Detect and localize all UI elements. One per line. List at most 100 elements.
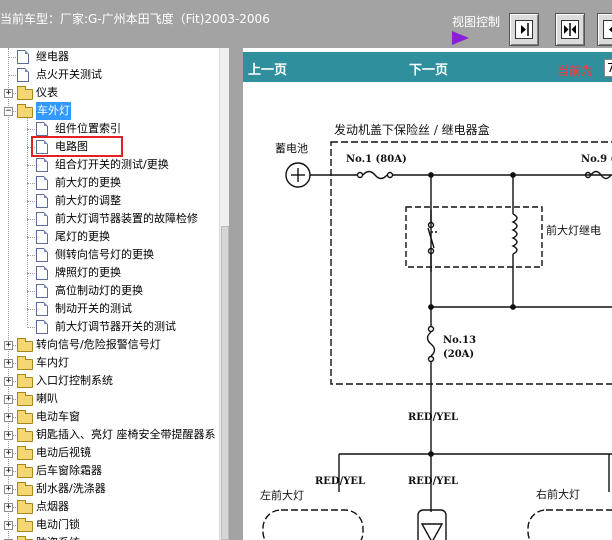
tree-item[interactable]: 前大灯的调整 bbox=[0, 192, 220, 210]
tree-item-label: 组合灯开关的测试/更换 bbox=[55, 158, 169, 171]
document-icon bbox=[17, 50, 29, 64]
view-control-arrow-icon[interactable] bbox=[452, 31, 469, 45]
folder-icon bbox=[17, 464, 33, 478]
tree-item-label: 刮水器/洗涤器 bbox=[36, 482, 106, 495]
tree-item[interactable]: + 电动后视镜 bbox=[0, 444, 220, 462]
relay-coil bbox=[511, 213, 518, 255]
tree-item-label: 喇叭 bbox=[36, 392, 58, 405]
current-page-input[interactable]: 7 bbox=[604, 59, 612, 77]
open-folder-icon bbox=[17, 104, 33, 118]
folder-icon bbox=[17, 446, 33, 460]
tree-item-label: 车内灯 bbox=[36, 356, 69, 369]
fuse-box-outline bbox=[330, 141, 612, 385]
tree-item[interactable]: 尾灯的更换 bbox=[0, 228, 220, 246]
tree-item-label: 前大灯调节器装置的故障检修 bbox=[55, 212, 198, 225]
tree-item[interactable]: + 刮水器/洗涤器 bbox=[0, 480, 220, 498]
tree-expand-icon[interactable]: + bbox=[4, 449, 13, 458]
diagram-fuse-1-label: No.1 (80A) bbox=[346, 154, 407, 165]
tree-item-label: 电动门锁 bbox=[36, 518, 80, 531]
document-icon bbox=[36, 158, 48, 172]
tree-item[interactable]: + 点烟器 bbox=[0, 498, 220, 516]
tree-item[interactable]: + 转向信号/危险报警信号灯 bbox=[0, 336, 220, 354]
diagram-battery-label: 蓄电池 bbox=[275, 142, 308, 155]
tree-item[interactable]: +防盗系统 bbox=[0, 534, 220, 540]
tree-item[interactable]: + 电动车窗 bbox=[0, 408, 220, 426]
navigation-tree[interactable]: 继电器 点火开关测试 + 仪表 − 车外灯 组件位置索引 电路图 组合灯开关的测试/更换 前大灯的… bbox=[0, 48, 229, 540]
tree-item[interactable]: + 喇叭 bbox=[0, 390, 220, 408]
tree-item[interactable]: 前大灯的更换 bbox=[0, 174, 220, 192]
previous-page-link[interactable]: 上一页 bbox=[248, 59, 287, 78]
view-expand-button[interactable] bbox=[597, 13, 612, 46]
document-icon bbox=[36, 194, 48, 208]
tree-expand-icon[interactable]: + bbox=[4, 521, 13, 530]
tree-expand-icon[interactable]: + bbox=[4, 359, 13, 368]
tree-connector-line bbox=[8, 57, 16, 58]
view-single-page-button[interactable] bbox=[509, 13, 539, 46]
tree-item[interactable]: + 电动门锁 bbox=[0, 516, 220, 534]
tree-item[interactable]: 继电器 bbox=[0, 48, 220, 66]
document-icon bbox=[17, 68, 29, 82]
folder-icon bbox=[17, 374, 33, 388]
tree-item[interactable]: 侧转向信号灯的更换 bbox=[0, 246, 220, 264]
tree-expand-icon[interactable]: + bbox=[4, 89, 13, 98]
tree-item[interactable]: 点火开关测试 bbox=[0, 66, 220, 84]
document-icon bbox=[36, 320, 48, 334]
tree-item-label: 防盗系统 bbox=[36, 534, 80, 540]
fuse-1-symbol bbox=[362, 170, 388, 180]
tree-expand-icon[interactable]: + bbox=[4, 431, 13, 440]
tree-expand-icon[interactable]: + bbox=[4, 503, 13, 512]
tree-item-label: 继电器 bbox=[36, 50, 69, 63]
tree-item[interactable]: 高位制动灯的更换 bbox=[0, 282, 220, 300]
folder-icon bbox=[17, 518, 33, 532]
diagram-fuse-13-label: No.13 bbox=[443, 335, 476, 346]
folder-icon bbox=[17, 410, 33, 424]
tree-item-label: 点烟器 bbox=[36, 500, 69, 513]
tree-item-label: 车外灯 bbox=[36, 102, 71, 120]
tree-item-label: 前大灯的调整 bbox=[55, 194, 121, 207]
current-page-label: 当前为 bbox=[557, 64, 594, 78]
tree-item-label: 高位制动灯的更换 bbox=[55, 284, 143, 297]
tree-expand-icon[interactable]: + bbox=[4, 485, 13, 494]
tree-item[interactable]: 牌照灯的更换 bbox=[0, 264, 220, 282]
tree-item[interactable]: + 仪表 bbox=[0, 84, 220, 102]
next-page-link[interactable]: 下一页 bbox=[409, 59, 448, 78]
tree-item[interactable]: + 车内灯 bbox=[0, 354, 220, 372]
tree-item-label: 点火开关测试 bbox=[36, 68, 102, 81]
folder-icon bbox=[17, 338, 33, 352]
view-control-label: 视图控制 bbox=[452, 15, 501, 29]
tree-expand-icon[interactable]: + bbox=[4, 467, 13, 476]
tree-item[interactable]: + 入口灯控制系统 bbox=[0, 372, 220, 390]
diagram-relay-label: 前大灯继电 bbox=[546, 223, 601, 237]
highlight-annotation-box bbox=[31, 136, 123, 157]
tree-item[interactable]: 前大灯调节器装置的故障检修 bbox=[0, 210, 220, 228]
diagram-fuse-box-title: 发动机盖下保险丝 / 继电器盒 bbox=[334, 122, 490, 137]
tree-scrollbar-thumb[interactable] bbox=[221, 226, 229, 540]
tree-expand-icon[interactable]: + bbox=[4, 377, 13, 386]
tree-item[interactable]: 制动开关的测试 bbox=[0, 300, 220, 318]
diagram-fuse-9-label: No.9 ( bbox=[581, 154, 612, 165]
tree-item-label: 制动开关的测试 bbox=[55, 302, 132, 315]
tree-connector-line bbox=[8, 75, 16, 76]
panel-splitter[interactable] bbox=[229, 48, 243, 540]
tree-item[interactable]: + 钥匙插入、亮灯 座椅安全带提醒器系 bbox=[0, 426, 220, 444]
tree-expand-icon[interactable]: + bbox=[4, 341, 13, 350]
diagram-fuse-13-rating: (20A) bbox=[443, 349, 474, 360]
tree-item-label: 转向信号/危险报警信号灯 bbox=[36, 338, 161, 351]
tree-item[interactable]: 组合灯开关的测试/更换 bbox=[0, 156, 220, 174]
headlight-relay-box bbox=[405, 206, 543, 268]
view-fit-width-button[interactable] bbox=[555, 13, 585, 46]
tree-connector-line bbox=[27, 327, 35, 328]
tree-item[interactable]: 前大灯调节器开关的测试 bbox=[0, 318, 220, 336]
diagram-wire-left-label: RED/YEL bbox=[315, 476, 365, 487]
tree-expand-icon[interactable]: + bbox=[4, 413, 13, 422]
tree-collapse-icon[interactable]: − bbox=[4, 107, 13, 116]
tree-expand-icon[interactable]: + bbox=[4, 395, 13, 404]
document-icon bbox=[36, 122, 48, 136]
tree-item[interactable]: − 车外灯 bbox=[0, 102, 220, 120]
tree-item-label: 侧转向信号灯的更换 bbox=[55, 248, 154, 261]
document-icon bbox=[36, 176, 48, 190]
tree-item[interactable]: + 后车窗除霜器 bbox=[0, 462, 220, 480]
current-vehicle-title: 当前车型：厂家:G-广州本田飞度（Fit)2003-2006 bbox=[0, 12, 270, 26]
folder-icon bbox=[17, 356, 33, 370]
wiring-diagram: 发动机盖下保险丝 / 继电器盒 蓄电池 No.1 (80A) No.9 ( 前大… bbox=[243, 82, 612, 540]
